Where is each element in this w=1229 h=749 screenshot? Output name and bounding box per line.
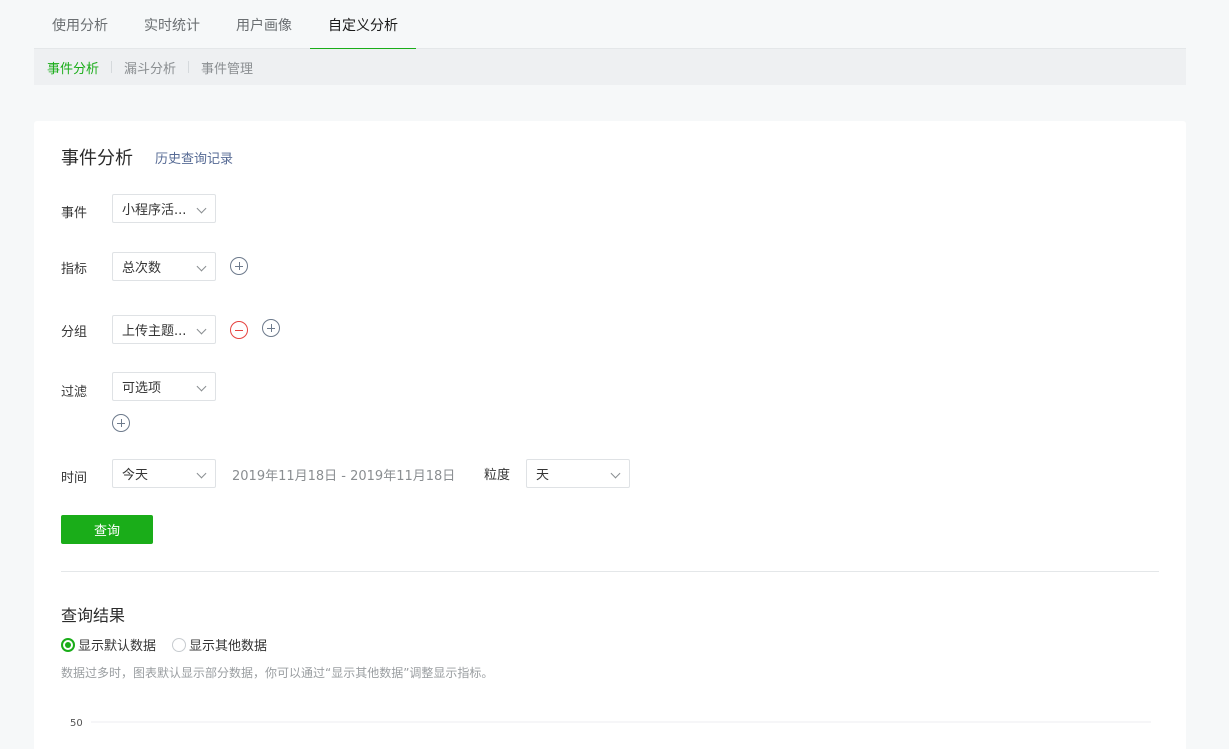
- metric-select[interactable]: 总次数: [112, 252, 216, 281]
- radio-show-other-label: 显示其他数据: [189, 639, 268, 654]
- metric-label: 指标: [61, 262, 88, 277]
- radio-show-other[interactable]: 显示其他数据: [172, 635, 267, 654]
- add-metric-icon[interactable]: [230, 257, 248, 275]
- granularity-select[interactable]: 天: [526, 459, 630, 488]
- sub-tab-bar: 事件分析 漏斗分析 事件管理: [34, 49, 1186, 85]
- group-select-value: 上传主题...: [122, 324, 187, 339]
- group-select[interactable]: 上传主题...: [112, 315, 216, 344]
- date-range-text: 2019年11月18日 - 2019年11月18日: [232, 469, 456, 484]
- top-tab-bar: 使用分析 实时统计 用户画像 自定义分析: [34, 0, 1186, 50]
- granularity-label: 粒度: [484, 468, 511, 483]
- history-query-link[interactable]: 历史查询记录: [155, 148, 233, 167]
- tab-usage-analysis[interactable]: 使用分析: [34, 0, 126, 49]
- metric-select-value: 总次数: [122, 261, 162, 276]
- query-button[interactable]: 查询: [61, 515, 153, 544]
- chevron-down-icon: [196, 203, 207, 214]
- filter-label: 过滤: [61, 385, 88, 400]
- event-select[interactable]: 小程序活...: [112, 194, 216, 223]
- subtab-event-analysis[interactable]: 事件分析: [47, 58, 111, 77]
- time-select[interactable]: 今天: [112, 459, 216, 488]
- filter-select-value: 可选项: [122, 381, 162, 396]
- results-chart: 50: [70, 718, 1151, 729]
- granularity-select-value: 天: [536, 468, 550, 483]
- data-display-radio-group: 显示默认数据 显示其他数据: [61, 635, 283, 654]
- add-filter-icon[interactable]: [112, 414, 130, 432]
- radio-show-default-label: 显示默认数据: [78, 639, 157, 654]
- chevron-down-icon: [196, 381, 207, 392]
- event-analysis-card: 事件分析 历史查询记录 事件 小程序活... 指标 总次数 分组 上传主题...…: [34, 121, 1186, 749]
- add-group-icon[interactable]: [262, 319, 280, 337]
- tab-realtime-stats[interactable]: 实时统计: [126, 0, 218, 49]
- page-title: 事件分析: [61, 148, 133, 169]
- tab-user-portrait[interactable]: 用户画像: [218, 0, 310, 49]
- section-divider: [61, 571, 1159, 572]
- group-label: 分组: [61, 325, 88, 340]
- results-title: 查询结果: [61, 606, 126, 625]
- subtab-funnel-analysis[interactable]: 漏斗分析: [112, 58, 188, 77]
- results-note: 数据过多时，图表默认显示部分数据，你可以通过“显示其他数据”调整显示指标。: [61, 666, 494, 680]
- chevron-down-icon: [610, 468, 621, 479]
- event-select-value: 小程序活...: [122, 203, 187, 218]
- time-select-value: 今天: [122, 468, 149, 483]
- subtab-event-management[interactable]: 事件管理: [189, 58, 265, 77]
- event-label: 事件: [61, 206, 88, 221]
- tab-custom-analysis[interactable]: 自定义分析: [310, 0, 416, 50]
- radio-unchecked-icon: [172, 637, 187, 652]
- radio-checked-icon: [61, 637, 75, 652]
- filter-select[interactable]: 可选项: [112, 372, 216, 401]
- chevron-down-icon: [196, 261, 207, 272]
- time-label: 时间: [61, 471, 88, 486]
- chevron-down-icon: [196, 468, 207, 479]
- remove-group-icon[interactable]: [230, 321, 248, 339]
- radio-show-default[interactable]: 显示默认数据: [61, 635, 156, 654]
- chevron-down-icon: [196, 324, 207, 335]
- y-axis-tick-label: 50: [70, 718, 83, 729]
